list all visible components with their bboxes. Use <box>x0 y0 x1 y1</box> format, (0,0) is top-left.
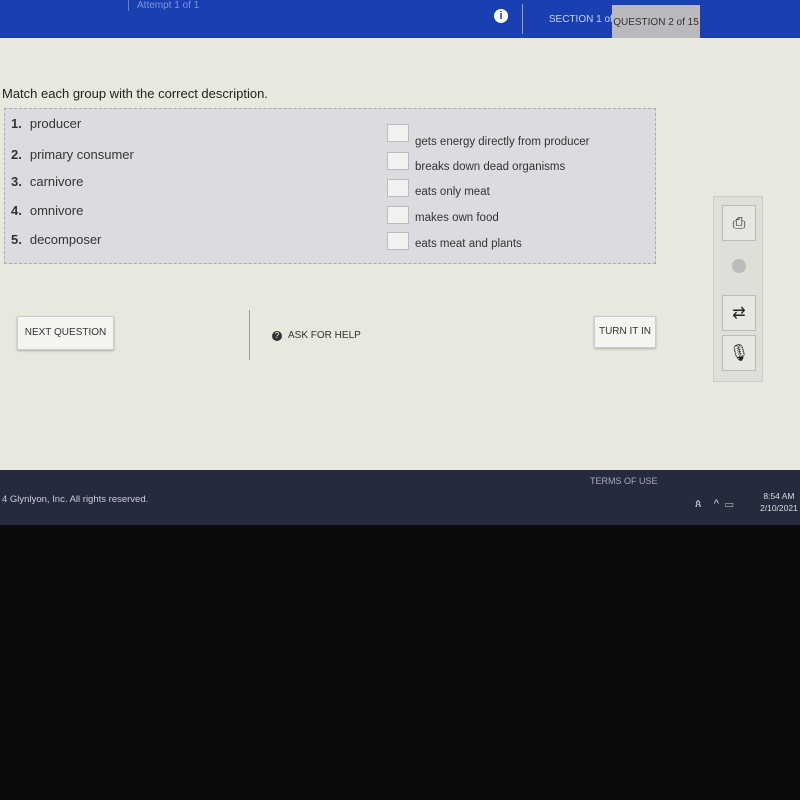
clock[interactable]: 8:54 AM 2/10/2021 <box>760 490 798 514</box>
item-number: 1. <box>11 116 22 131</box>
drop-target[interactable] <box>387 124 409 142</box>
question-prompt: Match each group with the correct descri… <box>2 86 268 101</box>
divider <box>249 310 250 360</box>
tools-panel: ⎙ ⇄ 🎙 <box>713 196 763 382</box>
terms-of-use-link[interactable]: TERMS OF USE <box>590 476 658 486</box>
left-item: 3. carnivore <box>11 174 83 189</box>
item-label: primary consumer <box>29 147 134 162</box>
item-label: omnivore <box>29 203 84 218</box>
chevron-up-icon[interactable]: ^ <box>714 498 719 510</box>
left-item: 1. producer <box>11 116 81 131</box>
people-icon[interactable]: ጰ <box>695 498 702 510</box>
drop-target[interactable] <box>387 206 409 224</box>
description-item[interactable]: gets energy directly from producer <box>415 136 590 148</box>
date: 2/10/2021 <box>760 503 798 513</box>
item-label: carnivore <box>29 174 84 189</box>
question-indicator[interactable]: QUESTION 2 of 15 <box>612 5 700 38</box>
microphone-icon[interactable]: 🎙 <box>722 335 756 371</box>
matching-panel: 1. producer 2. primary consumer 3. carnivor… <box>4 108 656 264</box>
globe-icon[interactable] <box>732 259 746 273</box>
drop-target[interactable] <box>387 152 409 170</box>
drop-target[interactable] <box>387 179 409 197</box>
top-bar: Attempt 1 of 1 i SECTION 1 of 1 QUESTION… <box>0 0 800 38</box>
info-icon[interactable]: i <box>494 9 508 23</box>
item-number: 4. <box>11 203 22 218</box>
notification-icon[interactable]: ▭ <box>725 498 733 510</box>
screen: Attempt 1 of 1 i SECTION 1 of 1 QUESTION… <box>0 0 800 525</box>
help-label: ASK FOR HELP <box>288 330 361 341</box>
left-item: 2. primary consumer <box>11 147 134 162</box>
copyright: 4 Glynlyon, Inc. All rights reserved. <box>2 494 149 505</box>
system-tray: ጰ ^ ▭ <box>695 498 733 511</box>
question-circle-icon: ? <box>272 331 282 341</box>
item-label: decomposer <box>29 232 102 247</box>
turn-it-in-button[interactable]: TURN IT IN <box>594 316 656 348</box>
footer: TERMS OF USE 4 Glynlyon, Inc. All rights… <box>0 470 800 525</box>
ask-for-help-button[interactable]: ? ASK FOR HELP <box>272 330 361 341</box>
item-label: producer <box>29 116 82 131</box>
left-item: 4. omnivore <box>11 203 83 218</box>
translate-icon[interactable]: ⇄ <box>722 295 756 331</box>
item-number: 3. <box>11 174 22 189</box>
description-item[interactable]: makes own food <box>415 212 499 224</box>
description-item[interactable]: eats only meat <box>415 186 490 198</box>
description-item[interactable]: breaks down dead organisms <box>415 161 565 173</box>
printer-icon[interactable]: ⎙ <box>722 205 756 241</box>
item-number: 5. <box>11 232 22 247</box>
attempt-label: Attempt 1 of 1 <box>128 0 199 11</box>
time: 8:54 AM <box>763 491 795 501</box>
description-item[interactable]: eats meat and plants <box>415 238 522 250</box>
next-question-button[interactable]: NEXT QUESTION <box>17 316 114 350</box>
item-number: 2. <box>11 147 22 162</box>
drop-target[interactable] <box>387 232 409 250</box>
left-item: 5. decomposer <box>11 232 101 247</box>
divider <box>522 4 523 34</box>
